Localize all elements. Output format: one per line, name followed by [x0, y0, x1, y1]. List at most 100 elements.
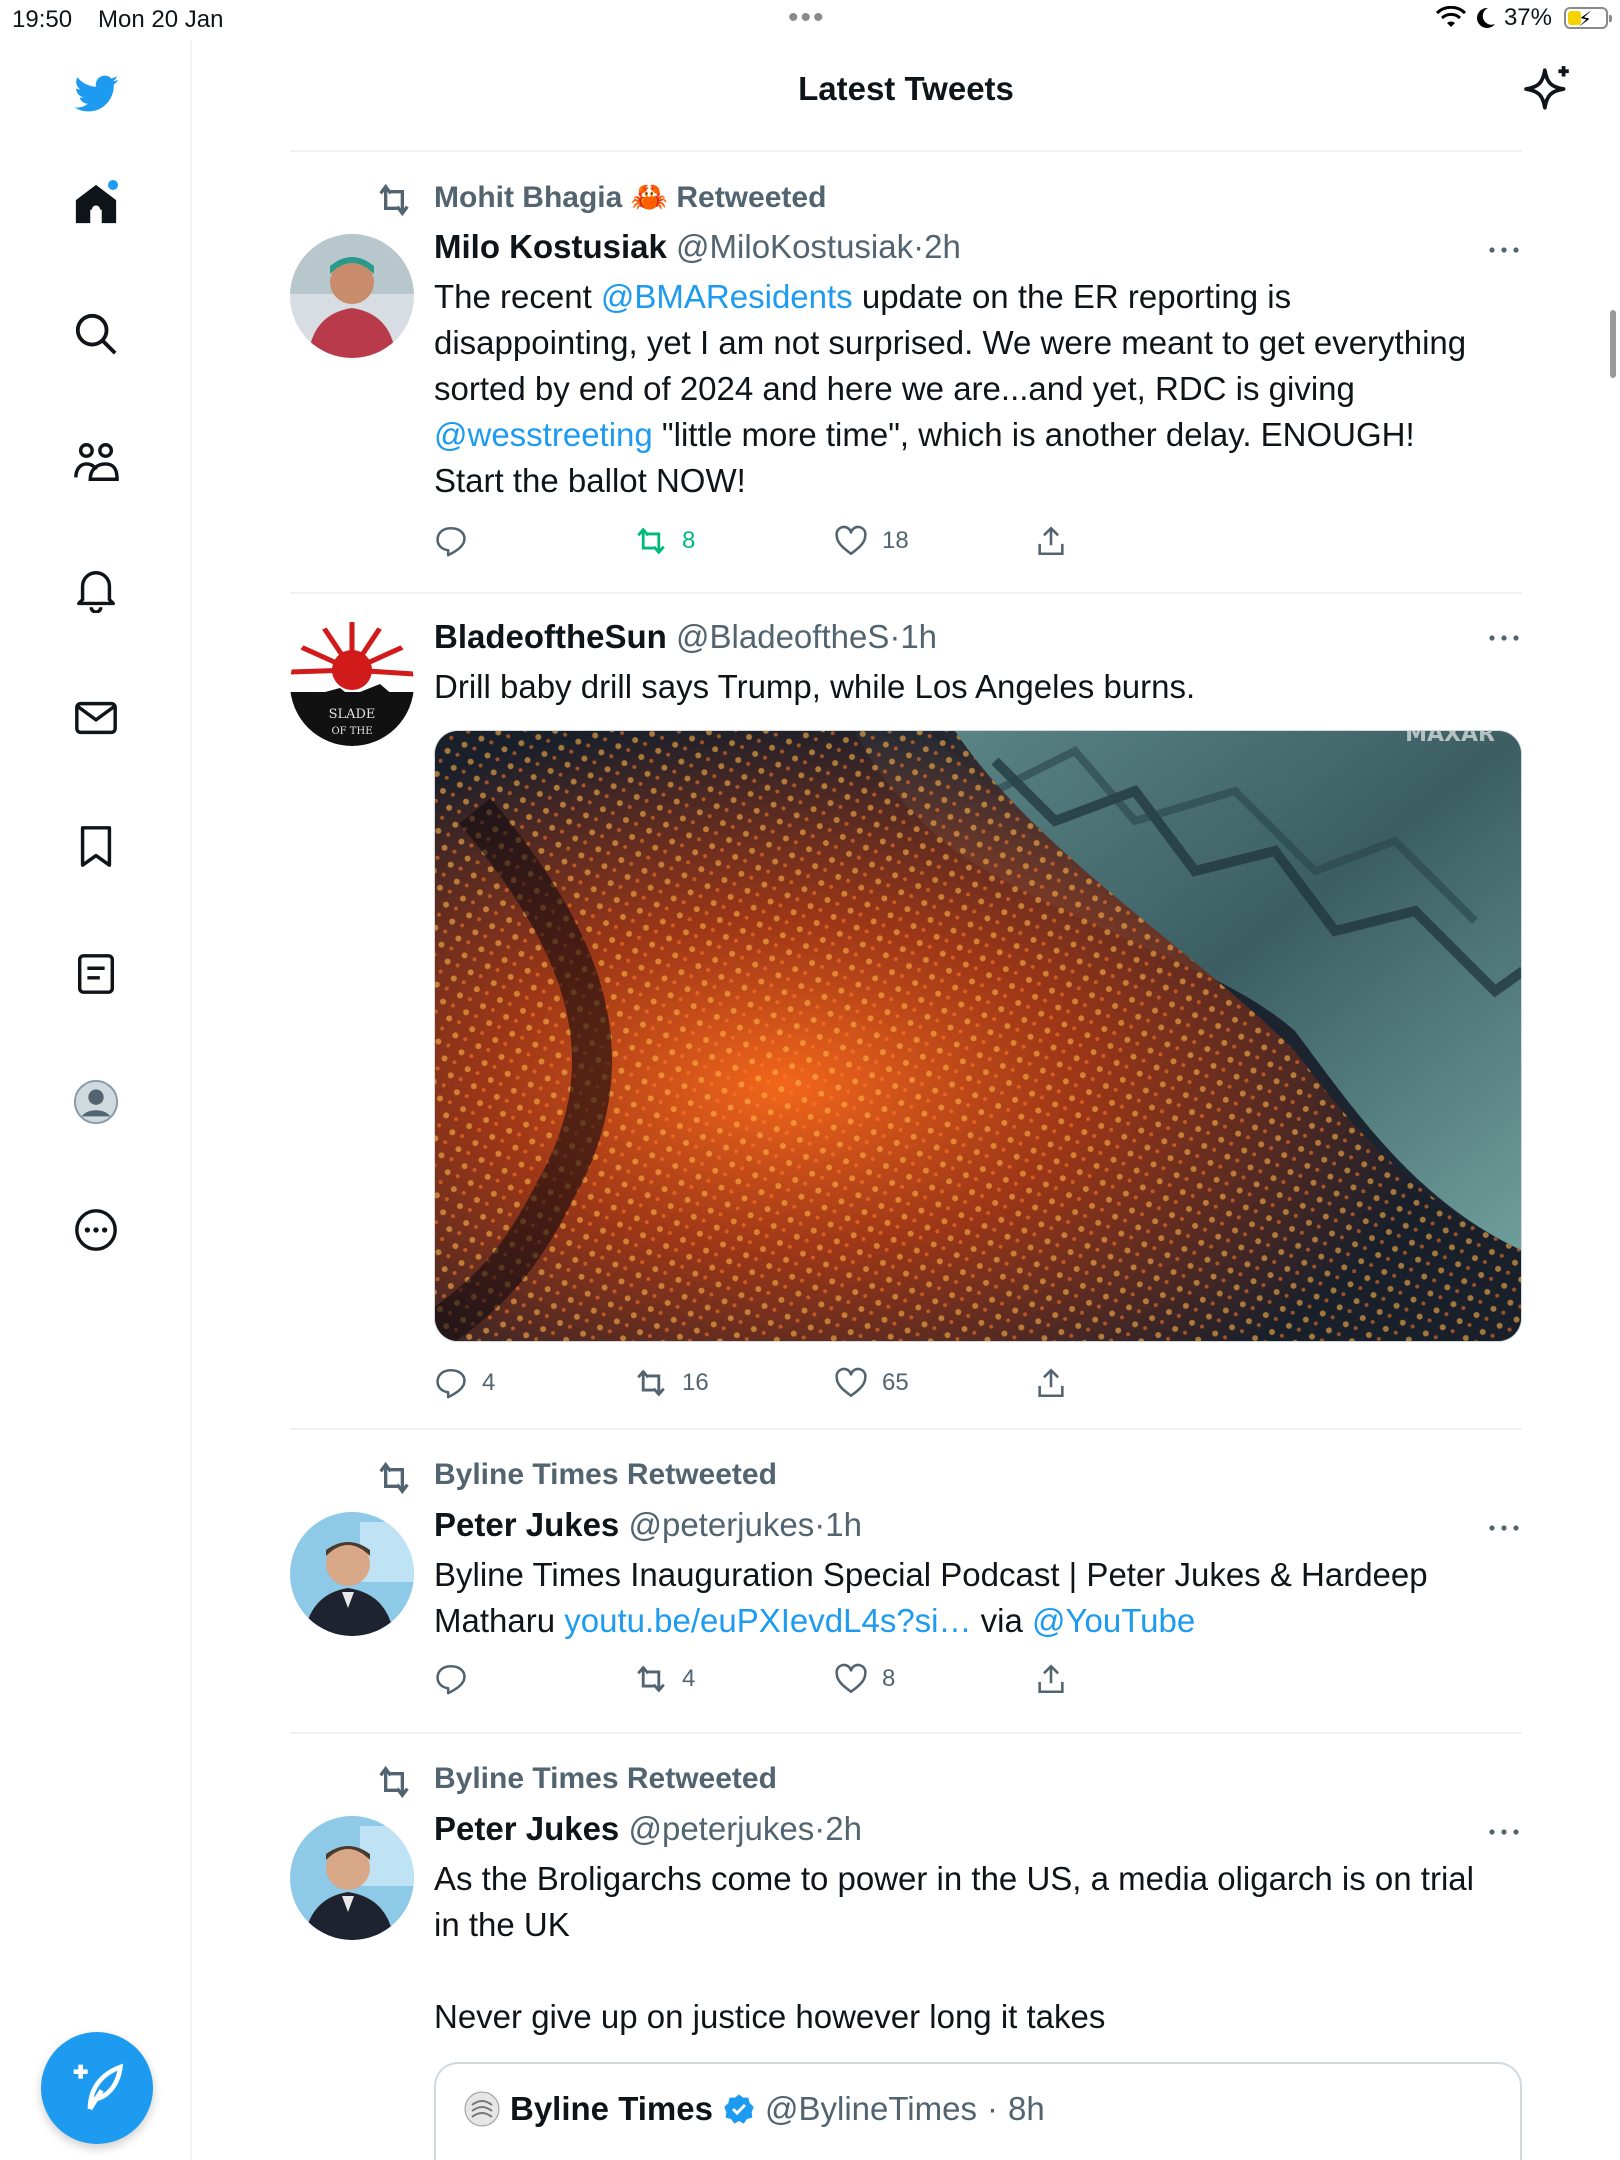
retweet-icon	[637, 527, 665, 555]
retweet-icon	[637, 1369, 665, 1397]
tweet-actions: 4 8	[434, 1662, 1084, 1702]
tweet[interactable]: Byline Times Retweeted Peter Jukes @pete…	[290, 1432, 1522, 1734]
like-button[interactable]: 18	[834, 524, 909, 558]
quoted-author-handle[interactable]: @BylineTimes	[765, 2090, 977, 2128]
separator: ·	[913, 228, 925, 265]
status-time: 19:50	[12, 6, 73, 33]
text-line: Byline Times Inauguration Special Podcas…	[434, 1556, 1428, 1593]
tweet-header: Milo Kostusiak @MiloKostusiak·2h	[434, 228, 961, 266]
avatar[interactable]	[290, 234, 414, 358]
sparkle-icon[interactable]	[1524, 64, 1574, 114]
retweet-button[interactable]: 8	[634, 524, 695, 558]
more-icon[interactable]	[1486, 628, 1522, 648]
like-button[interactable]: 8	[834, 1662, 895, 1696]
sidebar-item-home[interactable]	[70, 178, 122, 230]
quoted-tweet[interactable]: Byline Times @BylineTimes · 8h	[434, 2062, 1522, 2160]
mail-icon	[75, 701, 117, 735]
sidebar-item-lists[interactable]	[70, 948, 122, 1000]
reply-icon	[436, 526, 466, 557]
separator: ·	[814, 1810, 826, 1847]
separator: ·	[889, 618, 901, 655]
tweet-time[interactable]: 1h	[900, 618, 937, 655]
profile-icon	[73, 1079, 119, 1125]
avatar[interactable]	[290, 1816, 414, 1940]
retweet-button[interactable]: 4	[634, 1662, 695, 1696]
sidebar-item-bookmarks[interactable]	[70, 820, 122, 872]
tweet[interactable]: Mohit Bhagia 🦀 Retweeted Milo Kostusiak …	[290, 154, 1522, 594]
more-icon[interactable]	[1486, 1518, 1522, 1538]
mention-link[interactable]: @BMAResidents	[601, 278, 853, 315]
search-icon	[75, 313, 117, 355]
reply-button[interactable]	[434, 1662, 482, 1696]
author-name[interactable]: BladeoftheSun	[434, 618, 667, 655]
author-handle[interactable]: @BladeoftheS	[676, 618, 889, 655]
heart-icon	[835, 1367, 867, 1398]
retweet-icon	[379, 1765, 409, 1799]
watermark-text: MAXAR	[1405, 731, 1495, 747]
mention-link[interactable]: @YouTube	[1032, 1602, 1195, 1639]
sidebar-item-communities[interactable]	[70, 436, 122, 488]
sidebar-item-profile[interactable]	[70, 1076, 122, 1128]
like-count: 18	[882, 527, 909, 554]
share-icon	[1038, 1664, 1064, 1694]
quoted-author-name[interactable]: Byline Times	[510, 2090, 713, 2128]
retweeted-by[interactable]: Byline Times Retweeted	[434, 1762, 777, 1796]
twitter-logo-icon[interactable]	[70, 68, 122, 120]
retweet-count: 4	[682, 1665, 696, 1692]
bookmark-icon	[80, 826, 112, 867]
compose-button[interactable]	[41, 2032, 153, 2144]
sidebar	[0, 40, 192, 2160]
tweet-time[interactable]: 2h	[825, 1810, 862, 1847]
quoted-tweet-time[interactable]: 8h	[1008, 2090, 1045, 2128]
author-handle[interactable]: @peterjukes	[628, 1506, 814, 1543]
tweet-time[interactable]: 1h	[825, 1506, 862, 1543]
tweet-text: Byline Times Inauguration Special Podcas…	[434, 1552, 1522, 1644]
retweet-button[interactable]: 16	[634, 1366, 709, 1400]
share-button[interactable]	[1034, 524, 1068, 558]
sidebar-item-more[interactable]	[70, 1204, 122, 1256]
author-handle[interactable]: @peterjukes	[628, 1810, 814, 1847]
svg-text:OF THE: OF THE	[331, 726, 372, 737]
tweet-media-image[interactable]: MAXAR	[434, 730, 1522, 1342]
author-name[interactable]: Peter Jukes	[434, 1810, 619, 1847]
separator: ·	[986, 2090, 998, 2127]
tweet-header: Peter Jukes @peterjukes·2h	[434, 1810, 862, 1848]
retweeted-by[interactable]: Byline Times Retweeted	[434, 1458, 777, 1492]
like-count: 8	[882, 1665, 896, 1692]
tweet-text: As the Broligarchs come to power in the …	[434, 1856, 1522, 2040]
avatar[interactable]: SLADE OF THE	[290, 622, 414, 746]
more-icon[interactable]	[1486, 240, 1522, 260]
status-date: Mon 20 Jan	[98, 6, 224, 33]
tweet[interactable]: Byline Times Retweeted Peter Jukes @pete…	[290, 1736, 1522, 2160]
like-button[interactable]: 65	[834, 1366, 909, 1400]
tweet-text: The recent @BMAResidents update on the E…	[434, 274, 1522, 504]
author-name[interactable]: Peter Jukes	[434, 1506, 619, 1543]
status-right: 37% ⚡	[1435, 4, 1612, 32]
tweet-time[interactable]: 2h	[924, 228, 961, 265]
quoted-tweet-header: Byline Times @BylineTimes · 8h	[464, 2090, 1045, 2128]
avatar[interactable]	[290, 1512, 414, 1636]
mention-link[interactable]: @wesstreeting	[434, 416, 653, 453]
timeline-header: Latest Tweets	[290, 40, 1569, 152]
share-button[interactable]	[1034, 1366, 1068, 1400]
compose-icon	[73, 2063, 124, 2111]
text-segment: The recent	[434, 278, 601, 315]
sidebar-item-notifications[interactable]	[70, 564, 122, 616]
sidebar-item-explore[interactable]	[70, 308, 122, 360]
reply-button[interactable]: 4	[434, 1366, 495, 1400]
tweet-header: BladeoftheSun @BladeoftheS·1h	[434, 618, 937, 656]
reply-button[interactable]	[434, 524, 482, 558]
scrollbar[interactable]	[1610, 310, 1616, 378]
tweet[interactable]: SLADE OF THE BladeoftheSun @BladeoftheS·1…	[290, 596, 1522, 1430]
more-icon[interactable]	[1486, 1822, 1522, 1842]
sidebar-item-messages[interactable]	[70, 692, 122, 744]
retweeted-by[interactable]: Mohit Bhagia 🦀 Retweeted	[434, 180, 826, 215]
heart-icon	[835, 1663, 867, 1694]
author-name[interactable]: Milo Kostusiak	[434, 228, 667, 265]
url-link[interactable]: youtu.be/euPXIevdL4s?si…	[564, 1602, 971, 1639]
bell-icon	[77, 571, 115, 613]
quoted-avatar[interactable]	[464, 2091, 500, 2127]
multitasking-dots-icon[interactable]: •••	[788, 3, 826, 33]
author-handle[interactable]: @MiloKostusiak	[676, 228, 913, 265]
share-button[interactable]	[1034, 1662, 1068, 1696]
